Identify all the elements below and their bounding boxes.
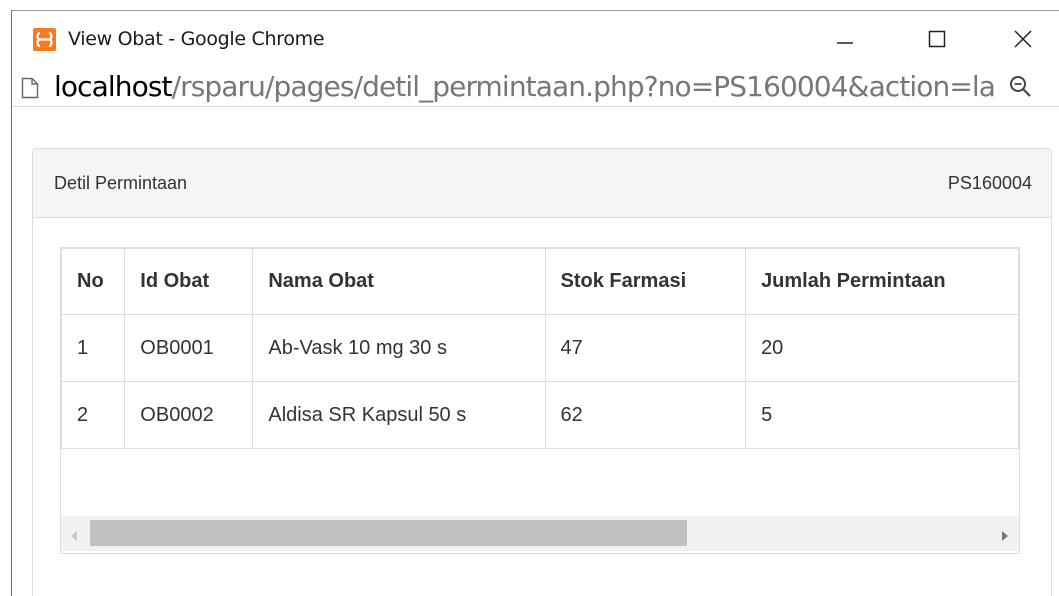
- cell-id-obat: OB0002: [124, 381, 254, 449]
- table-row: 1 OB0001 Ab-Vask 10 mg 30 s 47 20: [61, 314, 1019, 382]
- page-icon: [21, 77, 39, 104]
- close-button[interactable]: [998, 19, 1048, 59]
- cell-stok-farmasi: 47: [544, 314, 747, 382]
- medicine-request-table: No Id Obat Nama Obat Stok Farmasi Jumlah…: [61, 248, 1019, 449]
- horizontal-scrollbar[interactable]: [61, 516, 1019, 551]
- page-content: Detil Permintaan PS160004 No Id Obat Nam…: [12, 108, 1059, 596]
- browser-popup-window: View Obat - Google Chrome localhost/rspa…: [11, 10, 1059, 596]
- panel-title: Detil Permintaan: [54, 173, 188, 193]
- cell-nama-obat: Ab-Vask 10 mg 30 s: [252, 314, 546, 382]
- panel-heading: Detil Permintaan PS160004: [33, 149, 1051, 218]
- column-header-id-obat: Id Obat: [124, 248, 254, 315]
- cell-jumlah-permintaan: 5: [745, 381, 1019, 449]
- table-row: 2 OB0002 Aldisa SR Kapsul 50 s 62 5: [61, 381, 1019, 449]
- url-text[interactable]: localhost/rsparu/pages/detil_permintaan.…: [54, 70, 1006, 103]
- column-header-stok-farmasi: Stok Farmasi: [544, 248, 747, 315]
- column-header-jumlah-permintaan: Jumlah Permintaan: [745, 248, 1019, 315]
- title-bar[interactable]: View Obat - Google Chrome: [12, 11, 1059, 67]
- table-header-row: No Id Obat Nama Obat Stok Farmasi Jumlah…: [61, 248, 1019, 315]
- url-path: /rsparu/pages/detil_permintaan.php?no=PS…: [171, 70, 996, 103]
- xampp-app-icon: [33, 28, 56, 51]
- column-header-nama-obat: Nama Obat: [252, 248, 546, 315]
- scrollbar-thumb[interactable]: [90, 520, 687, 546]
- request-number: PS160004: [947, 173, 1032, 193]
- minimize-button[interactable]: [820, 19, 870, 59]
- cell-no: 1: [61, 314, 126, 382]
- cell-stok-farmasi: 62: [544, 381, 747, 449]
- cell-nama-obat: Aldisa SR Kapsul 50 s: [252, 381, 546, 449]
- address-bar[interactable]: localhost/rsparu/pages/detil_permintaan.…: [12, 67, 1059, 107]
- maximize-button[interactable]: [912, 19, 962, 59]
- window-title: View Obat - Google Chrome: [68, 28, 325, 50]
- cell-id-obat: OB0001: [124, 314, 254, 382]
- scroll-right-arrow-icon[interactable]: [1001, 528, 1009, 546]
- column-header-no: No: [61, 248, 126, 315]
- table-scroll-container[interactable]: No Id Obat Nama Obat Stok Farmasi Jumlah…: [60, 247, 1020, 554]
- zoom-icon[interactable]: [1008, 74, 1032, 103]
- cell-no: 2: [61, 381, 126, 449]
- scroll-left-arrow-icon[interactable]: [70, 528, 78, 546]
- cell-jumlah-permintaan: 20: [745, 314, 1019, 382]
- request-detail-panel: Detil Permintaan PS160004 No Id Obat Nam…: [32, 148, 1052, 596]
- url-host: localhost: [54, 70, 172, 103]
